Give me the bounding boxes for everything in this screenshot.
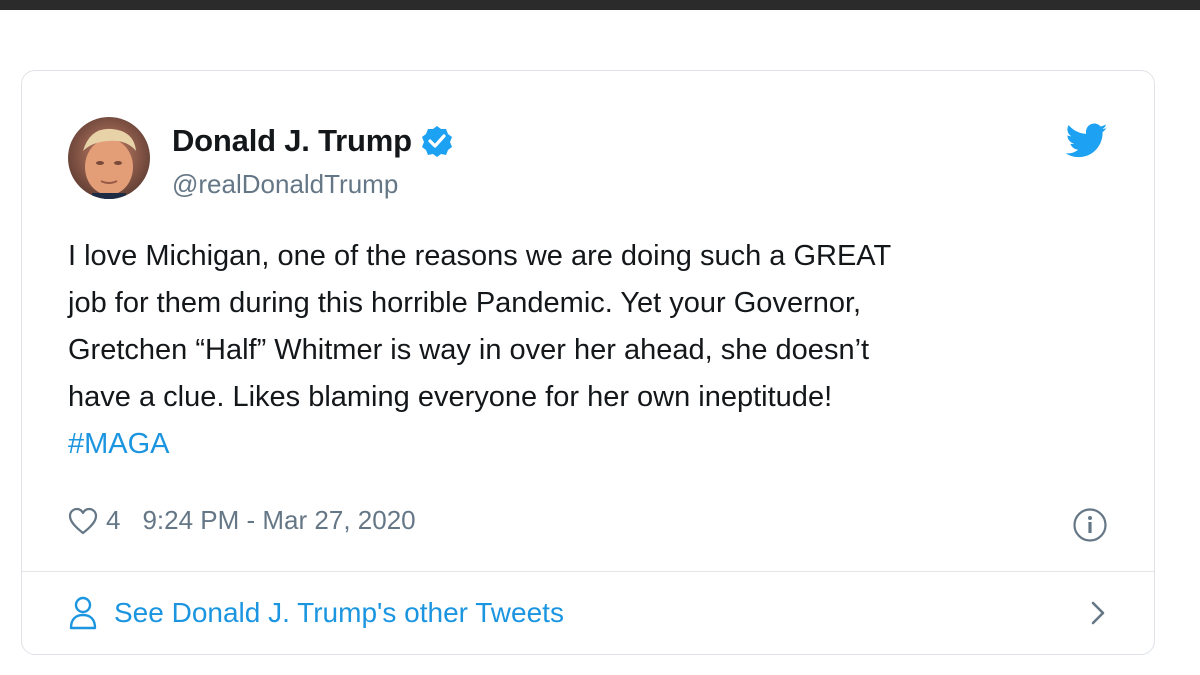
window-top-bar <box>0 0 1200 10</box>
like-count[interactable]: 4 <box>106 505 120 536</box>
info-icon[interactable] <box>1072 507 1108 543</box>
tweet-text-line: job for them during this horrible Pandem… <box>68 287 862 319</box>
person-icon <box>68 596 98 630</box>
tweet-text-line: have a clue. Likes blaming everyone for … <box>68 381 833 413</box>
heart-icon[interactable] <box>68 507 98 535</box>
avatar[interactable] <box>68 117 150 199</box>
see-other-tweets-label[interactable]: See Donald J. Trump's other Tweets <box>114 597 564 629</box>
chevron-right-icon[interactable] <box>1086 597 1110 629</box>
author-name[interactable]: Donald J. Trump <box>172 123 412 159</box>
tweet-card: Donald J. Trump @realDonaldTrump I love … <box>21 70 1155 655</box>
see-other-tweets-link[interactable]: See Donald J. Trump's other Tweets <box>68 587 1110 639</box>
tweet-text-line: I love Michigan, one of the reasons we a… <box>68 240 892 272</box>
twitter-bird-icon[interactable] <box>1065 123 1108 159</box>
tweet-text: I love Michigan, one of the reasons we a… <box>68 233 1128 468</box>
tweet-meta: 4 9:24 PM - Mar 27, 2020 <box>68 505 416 536</box>
tweet-text-line: Gretchen “Half” Whitmer is way in over h… <box>68 334 870 366</box>
verified-badge-icon <box>420 124 454 158</box>
author-handle[interactable]: @realDonaldTrump <box>172 169 398 200</box>
tweet-timestamp[interactable]: 9:24 PM - Mar 27, 2020 <box>142 505 415 536</box>
divider <box>22 571 1154 572</box>
hashtag-link[interactable]: #MAGA <box>68 421 1128 468</box>
